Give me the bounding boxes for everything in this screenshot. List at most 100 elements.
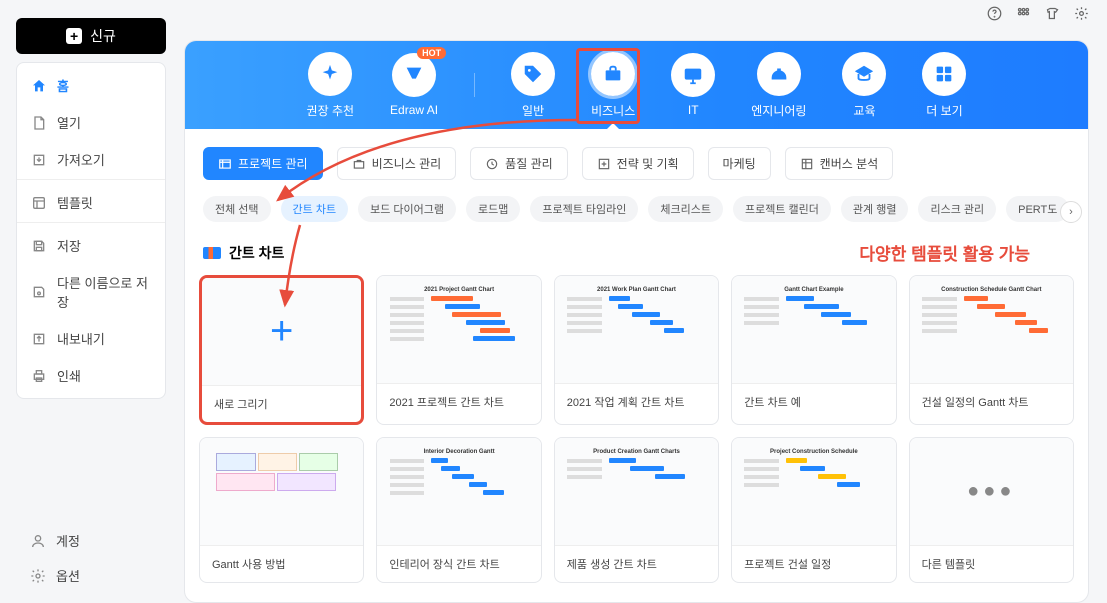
chip-risk[interactable]: 리스크 관리 [918,196,996,222]
subtab-label: 비즈니스 관리 [372,155,442,172]
sidebar-item-label: 템플릿 [57,193,93,212]
new-button[interactable]: + 신규 [16,18,166,54]
category-label: 권장 추천 [307,102,355,119]
category-label: 엔지니어링 [751,102,806,119]
card-template[interactable]: 2021 Work Plan Gantt Chart 2021 작업 계획 간트… [554,275,719,425]
subtab-business-management[interactable]: 비즈니스 관리 [337,147,457,180]
sidebar-item-label: 인쇄 [57,366,81,385]
card-label: 건설 일정의 Gantt 차트 [910,384,1073,420]
graduation-icon [842,52,886,96]
card-template[interactable]: Gantt Chart Example 간트 차트 예 [731,275,896,425]
hardhat-icon [757,52,801,96]
card-template[interactable]: 2021 Project Gantt Chart 2021 프로젝트 간트 차트 [376,275,541,425]
template-grid: + 새로 그리기 2021 Project Gantt Chart 2021 프… [185,275,1088,603]
sidebar-item-label: 가져오기 [57,150,105,169]
sidebar-item-home[interactable]: 홈 [17,67,165,104]
section-title-label: 간트 차트 [229,243,284,263]
plus-icon: + [66,28,82,44]
subtab-label: 품질 관리 [505,155,553,172]
card-template[interactable]: Gantt 사용 방법 [199,437,364,583]
sidebar-item-label: 계정 [56,531,80,550]
chip-all[interactable]: 전체 선택 [203,196,271,222]
category-engineering[interactable]: 엔지니어링 [751,52,806,119]
card-new-drawing[interactable]: + 새로 그리기 [199,275,364,425]
annotation-text: 다양한 템플릿 활용 가능 [859,240,1030,265]
chip-calendar[interactable]: 프로젝트 캘린더 [733,196,831,222]
card-template[interactable]: Project Construction Schedule 프로젝트 건설 일정 [731,437,896,583]
card-thumb: ●●● [910,438,1073,546]
card-label: 2021 프로젝트 간트 차트 [377,384,540,420]
category-business[interactable]: 비즈니스 [591,52,635,119]
category-edraw-ai[interactable]: HOT Edraw AI [390,53,438,117]
category-it[interactable]: IT [671,53,715,117]
help-icon[interactable] [987,6,1002,25]
category-label: 일반 [522,102,544,119]
chip-gantt[interactable]: 간트 차트 [281,196,349,222]
ellipsis-icon: ●●● [967,480,1015,503]
card-template[interactable]: Interior Decoration Gantt 인테리어 장식 간트 차트 [376,437,541,583]
section-head: 간트 차트 다양한 템플릿 활용 가능 [185,234,1088,275]
card-label: 간트 차트 예 [732,384,895,420]
chip-matrix[interactable]: 관계 행렬 [841,196,909,222]
grid-icon [922,52,966,96]
subtab-marketing[interactable]: 마케팅 [708,147,771,180]
briefcase-icon [591,52,635,96]
category-general[interactable]: 일반 [511,52,555,119]
sidebar-item-save[interactable]: 저장 [17,227,165,264]
subtab-project-management[interactable]: 프로젝트 관리 [203,147,323,180]
category-education[interactable]: 교육 [842,52,886,119]
category-more[interactable]: 더 보기 [922,52,966,119]
sidebar-item-open[interactable]: 열기 [17,104,165,141]
card-thumb: Product Creation Gantt Charts [555,438,718,546]
sidebar-item-label: 옵션 [56,566,80,585]
sidebar-item-print[interactable]: 인쇄 [17,357,165,394]
theme-icon[interactable] [1045,6,1060,25]
chip-timeline[interactable]: 프로젝트 타임라인 [530,196,638,222]
sidebar-item-saveas[interactable]: 다른 이름으로 저장 [17,264,165,320]
subtab-label: 전략 및 기획 [617,155,679,172]
sidebar-item-export[interactable]: 내보내기 [17,320,165,357]
filter-chips: 전체 선택 간트 차트 보드 다이어그램 로드맵 프로젝트 타임라인 체크리스트… [185,190,1088,234]
gear-icon [30,568,46,584]
sidebar-item-label: 내보내기 [57,329,105,348]
saveas-icon [31,284,47,300]
import-icon [31,152,47,168]
chip-scroll-right[interactable]: › [1060,201,1082,223]
user-icon [30,533,46,549]
sidebar-item-import[interactable]: 가져오기 [17,141,165,180]
sidebar-item-account[interactable]: 계정 [16,523,166,558]
subtab-strategy[interactable]: 전략 및 기획 [582,147,694,180]
sidebar-item-label: 홈 [57,76,69,95]
print-icon [31,368,47,384]
category-label: IT [688,103,699,117]
gear-icon[interactable] [1074,6,1089,25]
card-label: 제품 생성 간트 차트 [555,546,718,582]
card-thumb: Interior Decoration Gantt [377,438,540,546]
subtab-quality[interactable]: 품질 관리 [470,147,568,180]
category-label: 더 보기 [926,102,962,119]
card-label: 새로 그리기 [202,386,361,422]
chip-checklist[interactable]: 체크리스트 [648,196,723,222]
subtab-label: 캔버스 분석 [820,155,879,172]
ai-icon [392,53,436,97]
export-icon [31,331,47,347]
card-label: 인테리어 장식 간트 차트 [377,546,540,582]
card-thumb [200,438,363,546]
category-label: Edraw AI [390,103,438,117]
gantt-section-icon [203,247,221,259]
card-template[interactable]: Construction Schedule Gantt Chart 건설 일정의… [909,275,1074,425]
chip-board[interactable]: 보드 다이어그램 [358,196,456,222]
document-icon [31,115,47,131]
card-thumb: Project Construction Schedule [732,438,895,546]
card-template[interactable]: Product Creation Gantt Charts 제품 생성 간트 차… [554,437,719,583]
subtab-canvas[interactable]: 캔버스 분석 [785,147,894,180]
home-icon [31,78,47,94]
titlebar [969,0,1107,30]
sidebar-item-options[interactable]: 옵션 [16,558,166,593]
card-more-templates[interactable]: ●●● 다른 템플릿 [909,437,1074,583]
category-recommended[interactable]: 권장 추천 [307,52,355,119]
chip-roadmap[interactable]: 로드맵 [466,196,520,222]
sidebar-item-templates[interactable]: 템플릿 [17,184,165,223]
apps-icon[interactable] [1016,6,1031,25]
card-label: 2021 작업 계획 간트 차트 [555,384,718,420]
